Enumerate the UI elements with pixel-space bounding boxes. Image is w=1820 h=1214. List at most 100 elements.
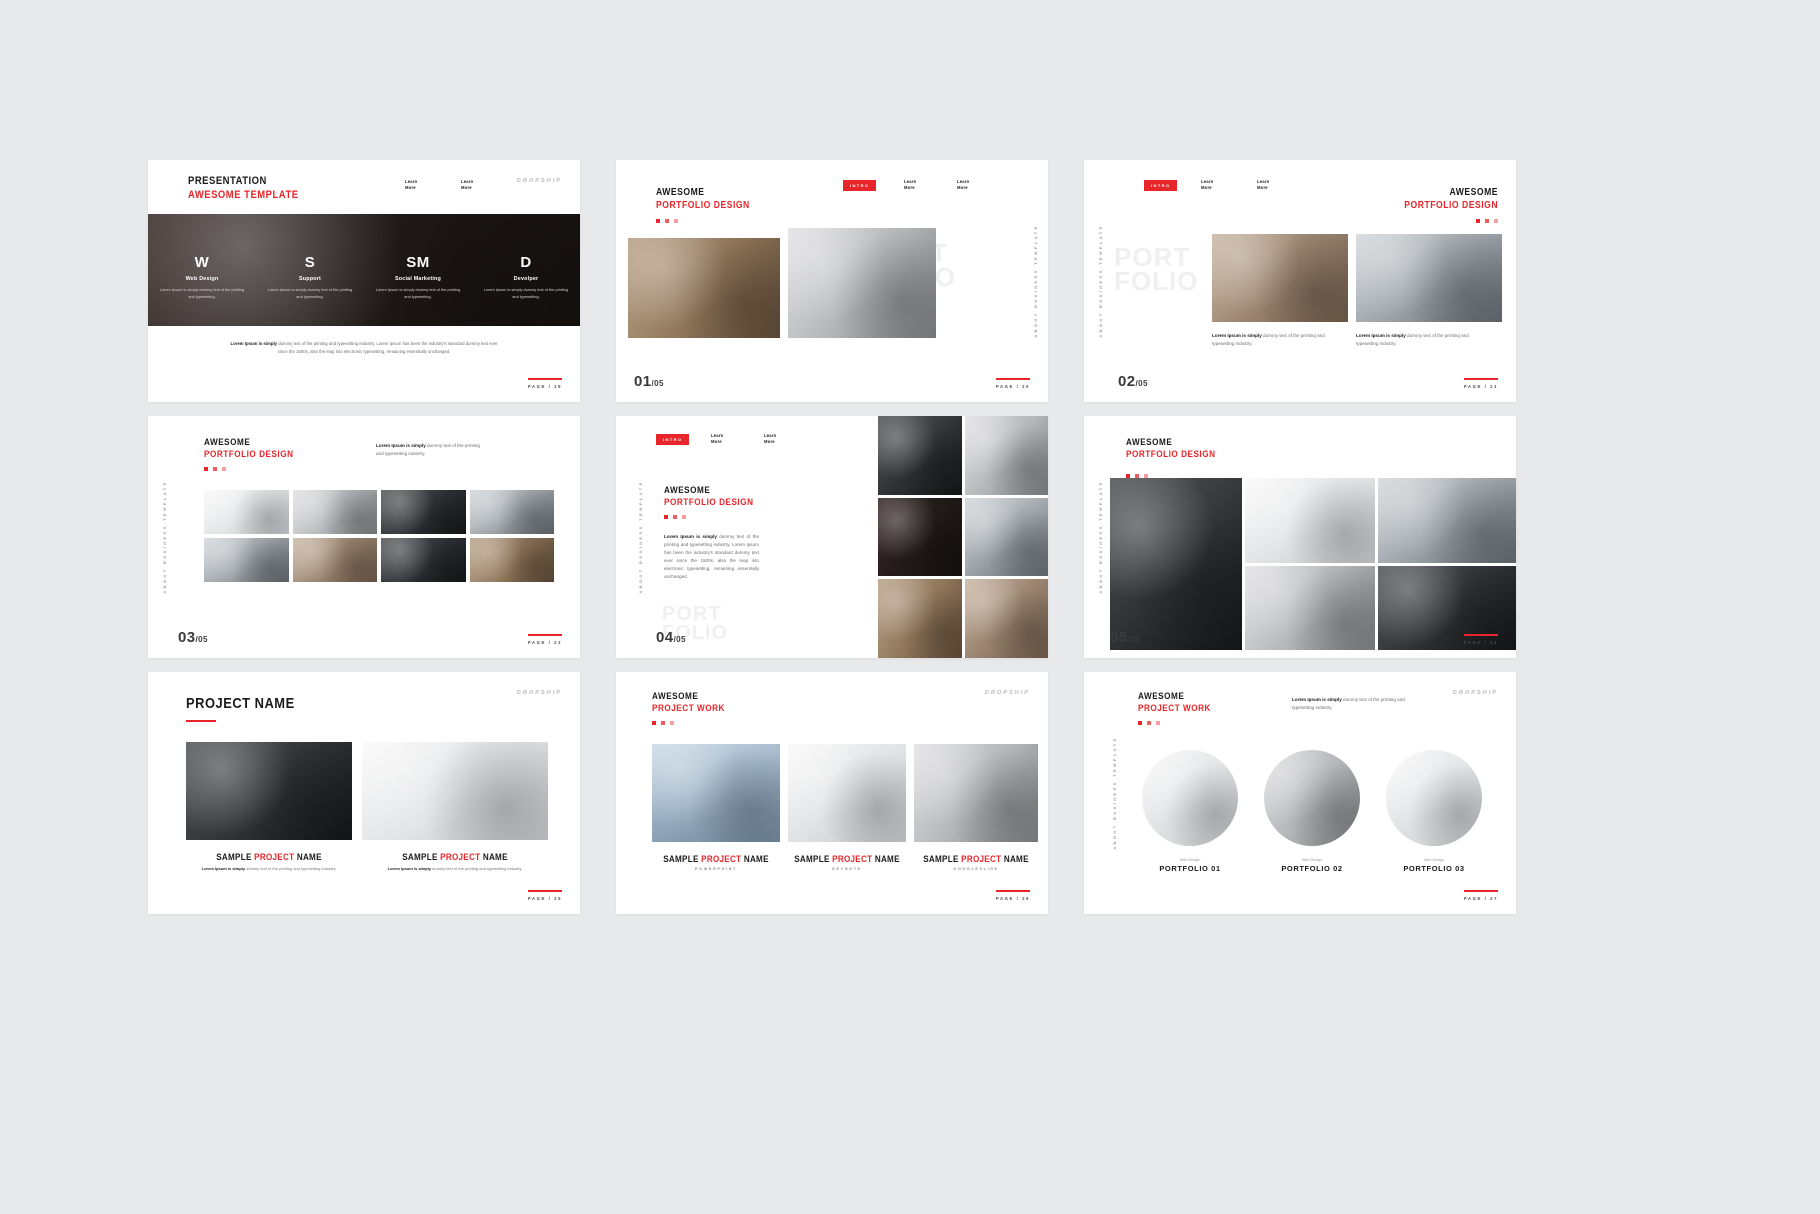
slide-thumbnail-01[interactable]: PRESENTATION AWESOME TEMPLATE Learn More… bbox=[148, 160, 580, 402]
learn-more-link-2[interactable]: Learn More bbox=[1257, 179, 1269, 191]
learn-more-line2: More bbox=[1257, 185, 1268, 191]
project-title-a: SAMPLE bbox=[216, 852, 255, 862]
portfolio-circle-3 bbox=[1386, 750, 1482, 846]
counter-num: 03 bbox=[178, 629, 196, 646]
page-label: PAGE / 21 bbox=[1463, 384, 1498, 389]
learn-more-line2: More bbox=[461, 185, 472, 191]
slide1-paragraph: Lorem Ipsum is simply dummy text of the … bbox=[226, 340, 502, 356]
learn-more-line2: More bbox=[764, 439, 775, 445]
page-label: PAGE / 24 bbox=[1463, 640, 1498, 645]
portfolio-image-1 bbox=[204, 490, 289, 534]
slide1-title-line2: AWESOME TEMPLATE bbox=[188, 188, 299, 201]
ghost-line2: FOLIO bbox=[1114, 265, 1199, 296]
slide-thumbnail-03[interactable]: INTRO Learn More Learn More AWESOME PORT… bbox=[1084, 160, 1516, 402]
brand-logo: DROPSHIP bbox=[1452, 690, 1498, 696]
slide7-title-block: PROJECT NAME bbox=[186, 695, 312, 723]
portfolio-caption-1: Lorem Ipsum is simply dummy text of the … bbox=[1212, 332, 1337, 348]
project-image-3 bbox=[914, 744, 1038, 842]
project-title-a: SAMPLE bbox=[794, 854, 833, 864]
slide-counter: 05/05 bbox=[1110, 629, 1140, 646]
service-text: Lorem Ipsum is simply dummy text of the … bbox=[483, 286, 569, 299]
page-indicator: PAGE / 20 bbox=[996, 378, 1030, 389]
slide-thumbnail-05[interactable]: INTRO Learn More Learn More AWESOME PORT… bbox=[616, 416, 1048, 658]
slide6-title-line2: PORTFOLIO DESIGN bbox=[1126, 449, 1216, 461]
service-name: Web Design bbox=[185, 275, 219, 282]
slide-thumbnail-06[interactable]: AWESOME PORTFOLIO DESIGN ABOUT BUSINESS … bbox=[1084, 416, 1516, 658]
intro-bold: Lorem Ipsum is simply bbox=[1292, 697, 1342, 702]
page-rule bbox=[996, 890, 1030, 892]
service-text: Lorem Ipsum is simply dummy text of the … bbox=[159, 286, 245, 299]
project-image-1 bbox=[186, 742, 352, 840]
page-indicator: PAGE / 25 bbox=[528, 890, 562, 901]
service-text: Lorem Ipsum is simply dummy text of the … bbox=[375, 286, 461, 299]
project-title-c: NAME bbox=[294, 852, 322, 862]
portfolio-image-3 bbox=[1378, 478, 1516, 563]
portfolio-image-1 bbox=[878, 416, 962, 495]
learn-more-link-2[interactable]: Learn More bbox=[957, 179, 969, 191]
learn-more-link-1[interactable]: Learn More bbox=[405, 179, 417, 191]
project-title-b: PROJECT bbox=[440, 852, 481, 862]
slide9-title-line2: PROJECT WORK bbox=[1138, 703, 1211, 715]
project-title: SAMPLE PROJECT NAME bbox=[658, 854, 773, 864]
slide-thumbnail-09[interactable]: AWESOME PROJECT WORK Lorem Ipsum is simp… bbox=[1084, 672, 1516, 914]
intro-badge[interactable]: INTRO bbox=[656, 434, 690, 445]
portfolio-image-1 bbox=[1212, 234, 1348, 322]
intro-badge[interactable]: INTRO bbox=[1144, 180, 1178, 191]
service-initial: D bbox=[520, 253, 532, 271]
slide-thumbnail-grid: PRESENTATION AWESOME TEMPLATE Learn More… bbox=[148, 160, 1672, 914]
slide3-title-line1: AWESOME bbox=[1449, 187, 1498, 198]
intro-badge[interactable]: INTRO bbox=[843, 180, 877, 191]
page-label: PAGE / 27 bbox=[1463, 896, 1498, 901]
page-rule bbox=[1464, 378, 1498, 380]
slide-counter: 01/05 bbox=[634, 373, 664, 390]
slide-thumbnail-08[interactable]: AWESOME PROJECT WORK DROPSHIP SAMPLE PRO… bbox=[616, 672, 1048, 914]
slide5-body-text: Lorem Ipsum is simply dummy text of the … bbox=[664, 533, 759, 581]
portfolio-caption-1: Web Design PORTFOLIO 01 bbox=[1142, 858, 1238, 873]
learn-more-line2: More bbox=[904, 185, 915, 191]
learn-more-link-1[interactable]: Learn More bbox=[904, 179, 916, 191]
learn-more-link-1[interactable]: Learn More bbox=[1201, 179, 1213, 191]
vertical-rail: ABOUT BUSINESS TEMPLATE bbox=[638, 480, 643, 594]
service-name: Devolper bbox=[513, 275, 539, 282]
page-indicator: PAGE / 24 bbox=[1464, 634, 1498, 645]
portfolio-image-2 bbox=[1356, 234, 1502, 322]
slide8-title-line1: AWESOME bbox=[652, 691, 699, 702]
slide-thumbnail-04[interactable]: AWESOME PORTFOLIO DESIGN Lorem Ipsum is … bbox=[148, 416, 580, 658]
slide5-title-line2: PORTFOLIO DESIGN bbox=[664, 497, 754, 509]
counter-num: 01 bbox=[634, 373, 652, 390]
learn-more-link-2[interactable]: Learn More bbox=[461, 179, 473, 191]
portfolio-grid bbox=[1110, 478, 1516, 650]
paragraph-rest: dummy text of the printing and typesetti… bbox=[277, 341, 498, 354]
learn-more-link-1[interactable]: Learn More bbox=[711, 433, 723, 445]
slide-thumbnail-02[interactable]: AWESOME PORTFOLIO DESIGN INTRO Learn Mor… bbox=[616, 160, 1048, 402]
service-column: W Web Design Lorem Ipsum is simply dummy… bbox=[159, 254, 245, 300]
service-column: D Devolper Lorem Ipsum is simply dummy t… bbox=[483, 254, 569, 300]
portfolio-image-6 bbox=[964, 579, 1048, 658]
portfolio-name: PORTFOLIO 02 bbox=[1281, 864, 1343, 873]
vertical-rail: ABOUT BUSINESS TEMPLATE bbox=[1112, 736, 1117, 850]
slide5-title-line1: AWESOME bbox=[664, 485, 711, 496]
page-label: PAGE / 26 bbox=[995, 896, 1030, 901]
slide-thumbnail-07[interactable]: PROJECT NAME DROPSHIP SAMPLE PROJECT NAM… bbox=[148, 672, 580, 914]
slide1-title: PRESENTATION AWESOME TEMPLATE bbox=[188, 175, 317, 202]
slide1-title-line1: PRESENTATION bbox=[188, 175, 267, 187]
service-name: Social Marketing bbox=[394, 275, 442, 282]
dot-group bbox=[1389, 218, 1498, 223]
page-label: PAGE / 20 bbox=[995, 384, 1030, 389]
learn-more-link-2[interactable]: Learn More bbox=[764, 433, 776, 445]
project-title-b: PROJECT bbox=[961, 854, 1002, 864]
paragraph-bold: Lorem Ipsum is simply bbox=[230, 341, 278, 346]
project-caption-1: SAMPLE PROJECT NAME Lorem Ipsum is simpl… bbox=[186, 852, 352, 873]
intro-bold: Lorem Ipsum is simply bbox=[376, 443, 426, 448]
portfolio-circle-2 bbox=[1264, 750, 1360, 846]
slide4-title-line1: AWESOME bbox=[204, 437, 251, 448]
page-rule bbox=[996, 378, 1030, 380]
page-rule bbox=[1464, 890, 1498, 892]
portfolio-image-2 bbox=[292, 490, 377, 534]
project-title: SAMPLE PROJECT NAME bbox=[371, 852, 538, 862]
page-label: PAGE / 25 bbox=[527, 896, 562, 901]
project-title-b: PROJECT bbox=[832, 854, 873, 864]
counter-den: 05 bbox=[676, 635, 686, 644]
slide6-title: AWESOME PORTFOLIO DESIGN bbox=[1126, 437, 1230, 461]
page-rule bbox=[528, 890, 562, 892]
